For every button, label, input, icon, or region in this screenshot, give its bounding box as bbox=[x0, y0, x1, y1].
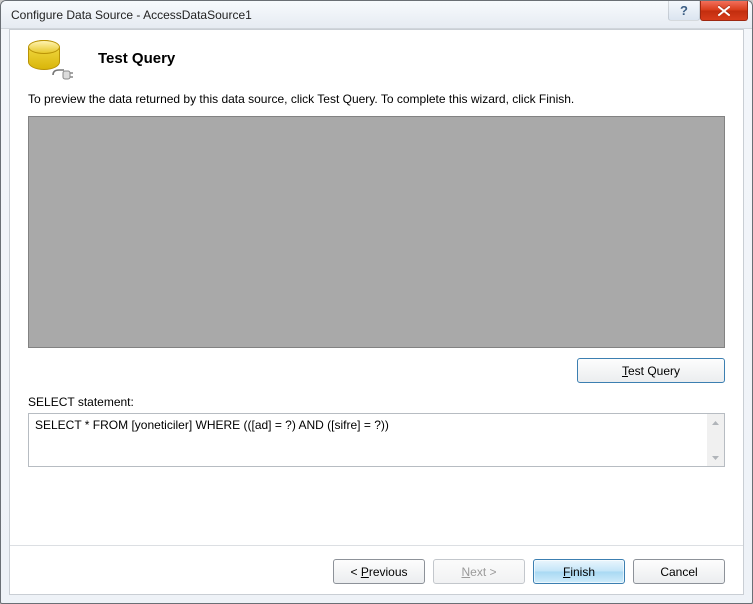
page-title: Test Query bbox=[98, 50, 175, 67]
test-query-row: Test Query bbox=[10, 348, 743, 395]
wizard-buttons: < Previous Next > Finish Cancel bbox=[10, 559, 743, 584]
next-button: Next > bbox=[433, 559, 525, 584]
client-area: Test Query To preview the data returned … bbox=[9, 29, 744, 595]
cancel-button[interactable]: Cancel bbox=[633, 559, 725, 584]
scroll-up-icon bbox=[707, 414, 724, 431]
finish-button[interactable]: Finish bbox=[533, 559, 625, 584]
window-title: Configure Data Source - AccessDataSource… bbox=[11, 8, 668, 22]
separator bbox=[10, 545, 743, 546]
previous-button[interactable]: < Previous bbox=[333, 559, 425, 584]
help-icon: ? bbox=[680, 3, 688, 18]
test-query-button[interactable]: Test Query bbox=[577, 358, 725, 383]
select-label: SELECT statement: bbox=[10, 395, 743, 413]
test-query-label-rest: est Query bbox=[628, 364, 680, 378]
select-statement-text[interactable]: SELECT * FROM [yoneticiler] WHERE (([ad]… bbox=[29, 414, 707, 466]
select-statement-box: SELECT * FROM [yoneticiler] WHERE (([ad]… bbox=[28, 413, 725, 467]
textarea-scrollbar[interactable] bbox=[707, 414, 724, 466]
help-button[interactable]: ? bbox=[668, 1, 700, 21]
close-icon bbox=[718, 6, 730, 16]
header: Test Query bbox=[10, 30, 743, 92]
results-grid[interactable] bbox=[28, 116, 725, 348]
titlebar-buttons: ? bbox=[668, 1, 750, 28]
instruction-text: To preview the data returned by this dat… bbox=[10, 92, 743, 116]
wizard-window: Configure Data Source - AccessDataSource… bbox=[0, 0, 753, 604]
close-button[interactable] bbox=[700, 1, 748, 21]
title-bar: Configure Data Source - AccessDataSource… bbox=[1, 1, 752, 29]
datasource-icon bbox=[28, 38, 72, 82]
scroll-down-icon bbox=[707, 449, 724, 466]
plug-icon bbox=[50, 66, 74, 84]
